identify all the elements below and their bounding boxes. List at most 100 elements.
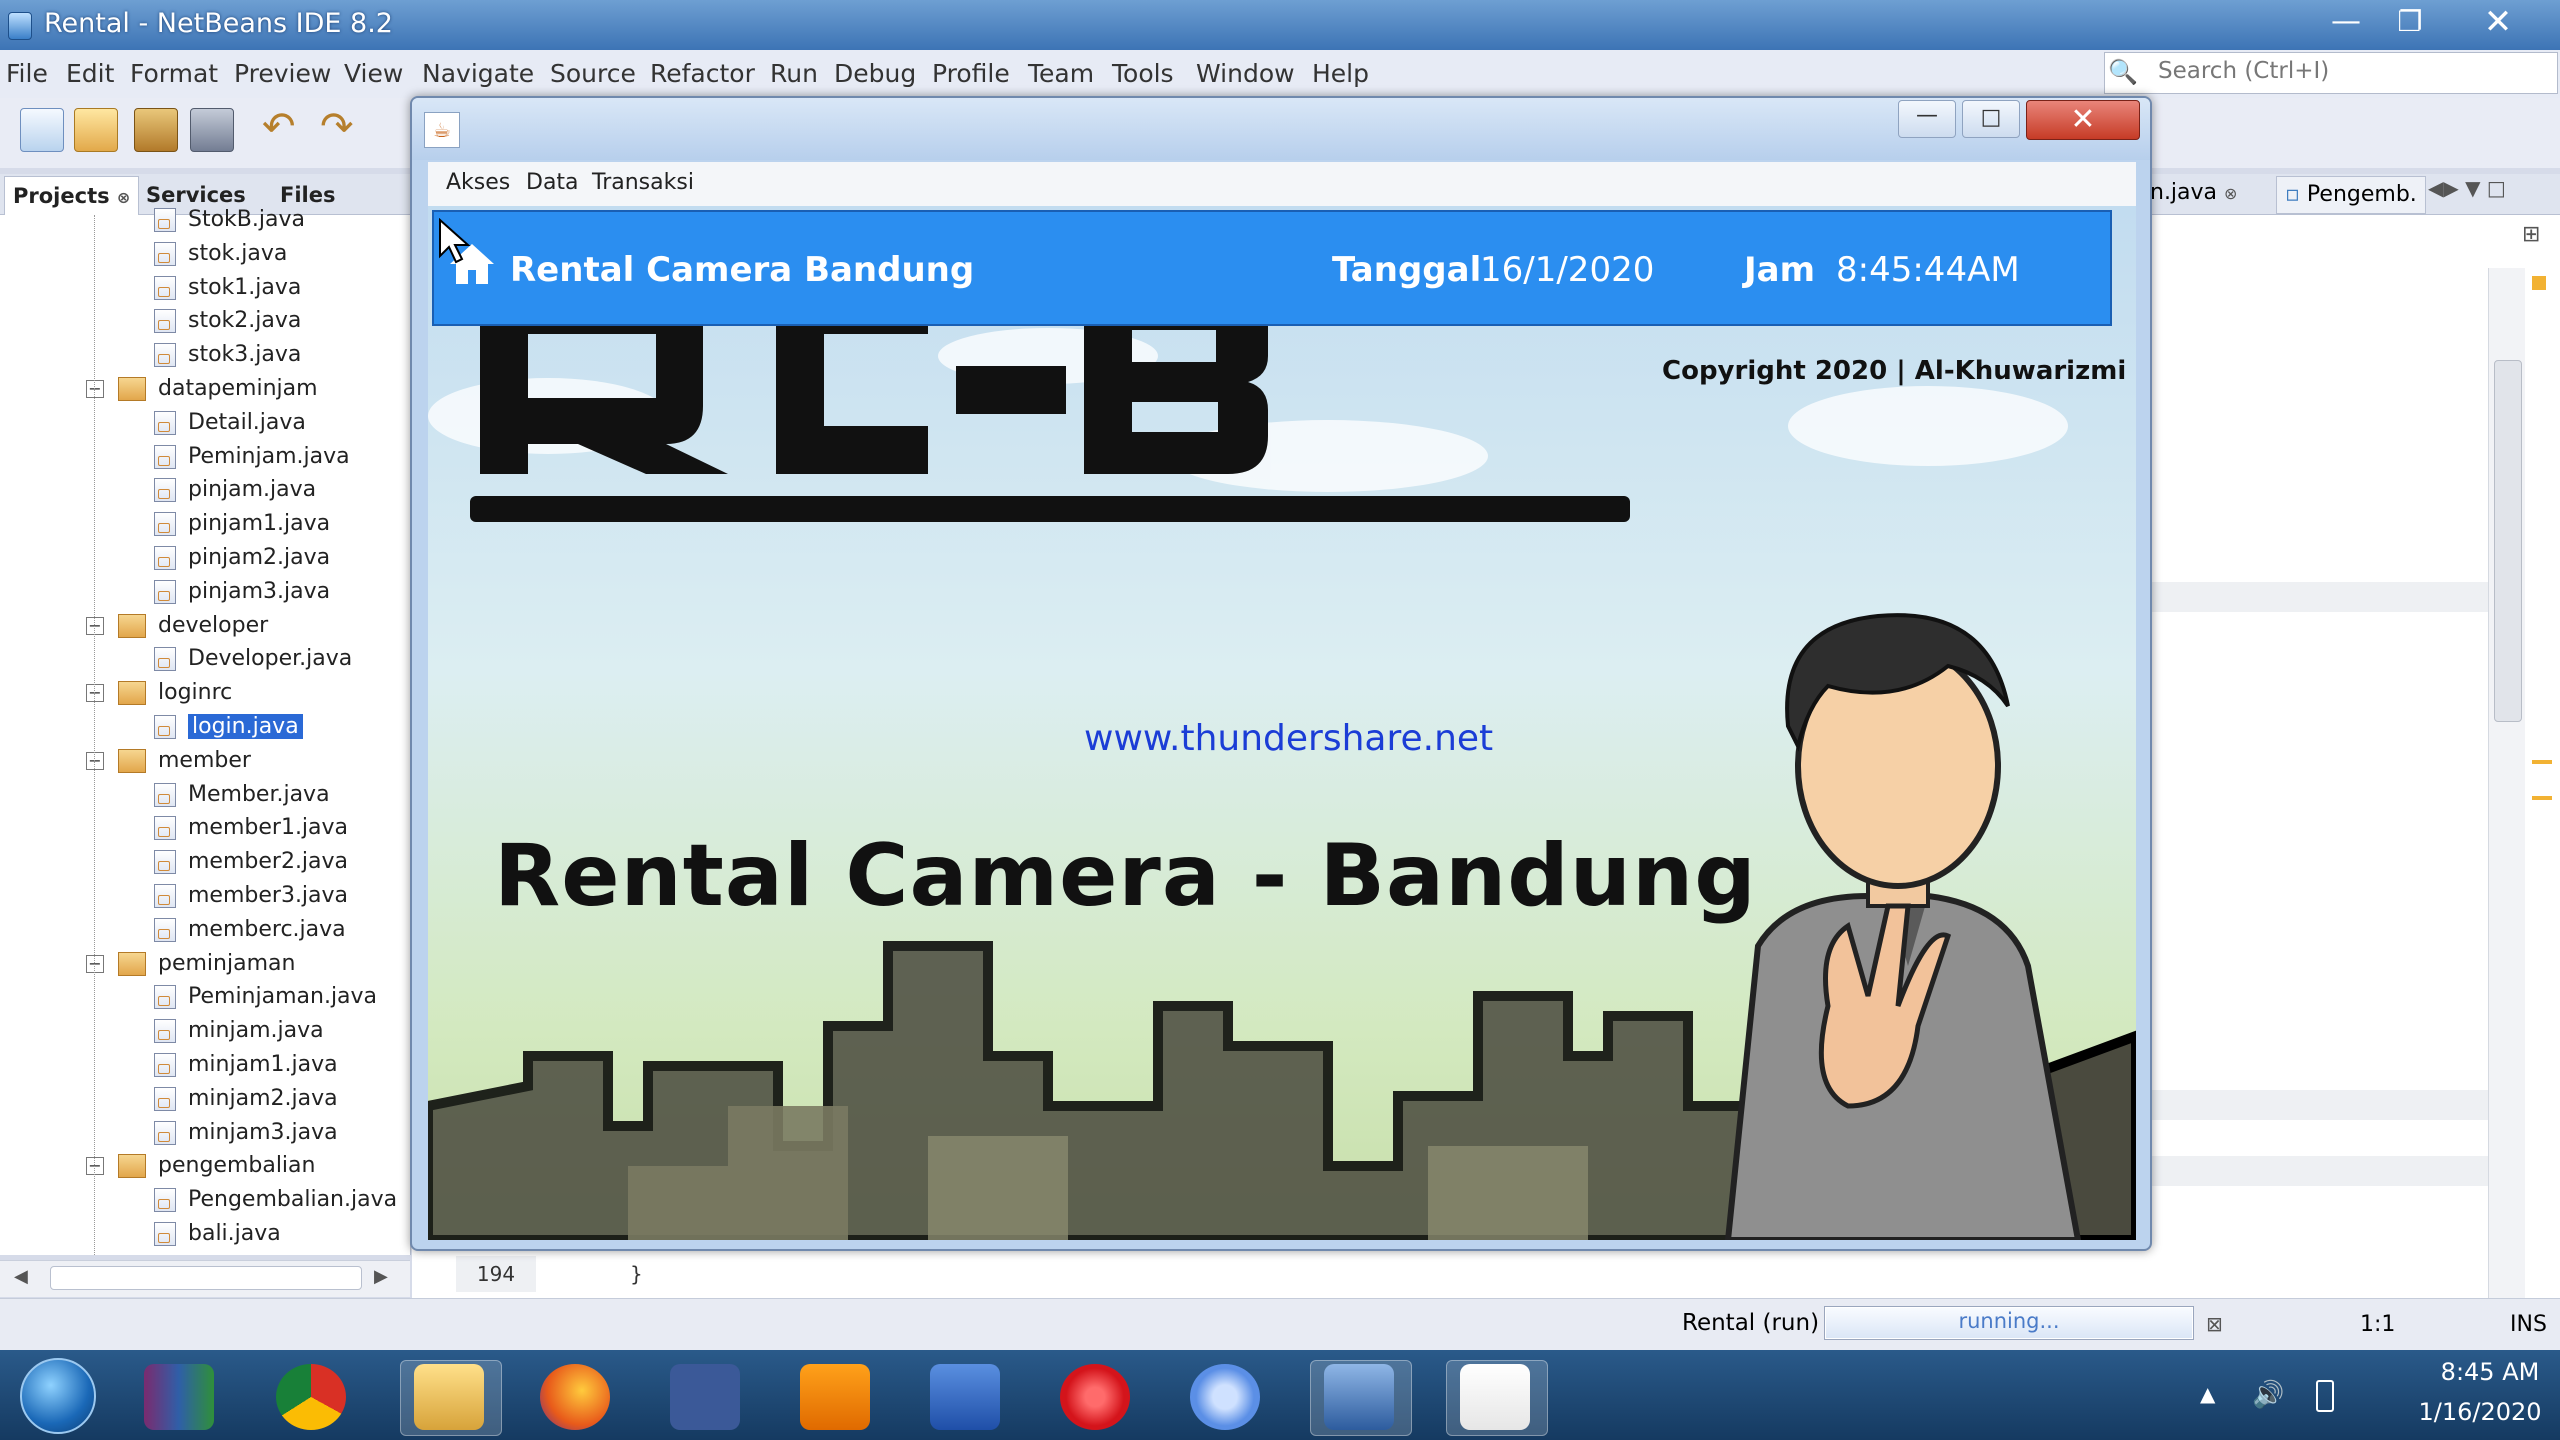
- app-minimize-button[interactable]: —: [1898, 100, 1956, 138]
- virtualbox-icon[interactable]: [1324, 1364, 1394, 1430]
- close-icon[interactable]: ✕: [2468, 2, 2528, 42]
- scroll-left-icon[interactable]: ◀: [14, 1266, 28, 1287]
- close-tab-icon[interactable]: ⊗: [2224, 184, 2237, 203]
- opera-icon[interactable]: [1060, 1364, 1130, 1430]
- undo-icon[interactable]: ↶: [262, 104, 296, 150]
- collapse-toggle-icon[interactable]: −: [86, 684, 104, 702]
- tree-package[interactable]: datapeminjam: [118, 373, 318, 405]
- menu-edit[interactable]: Edit: [66, 59, 114, 88]
- tree-file[interactable]: pinjam2.java: [154, 542, 330, 574]
- collapse-toggle-icon[interactable]: −: [86, 752, 104, 770]
- menu-source[interactable]: Source: [550, 59, 636, 88]
- tree-file[interactable]: stok.java: [154, 238, 287, 270]
- facebook-icon[interactable]: [670, 1364, 740, 1430]
- battery-icon[interactable]: [2316, 1380, 2334, 1412]
- tree-file[interactable]: Pengembalian.java: [154, 1184, 397, 1216]
- volume-icon[interactable]: 🔊: [2252, 1380, 2284, 1410]
- tree-file[interactable]: member2.java: [154, 846, 348, 878]
- word-icon[interactable]: [930, 1364, 1000, 1430]
- menu-data[interactable]: Data: [526, 170, 579, 195]
- collapse-toggle-icon[interactable]: −: [86, 617, 104, 635]
- tree-file[interactable]: minjam.java: [154, 1015, 324, 1047]
- winrar-icon[interactable]: [144, 1364, 214, 1430]
- tree-file[interactable]: stok2.java: [154, 305, 301, 337]
- save-all-icon[interactable]: [190, 108, 234, 152]
- show-hidden-icons[interactable]: ▲: [2200, 1382, 2215, 1406]
- tree-file[interactable]: minjam2.java: [154, 1083, 338, 1115]
- cancel-run-icon[interactable]: ⊠: [2206, 1312, 2223, 1336]
- start-button[interactable]: [20, 1358, 96, 1434]
- code-line[interactable]: }: [630, 1256, 643, 1292]
- warning-marker[interactable]: [2532, 276, 2546, 290]
- menu-run[interactable]: Run: [770, 59, 818, 88]
- clock-time[interactable]: 8:45 AM: [2420, 1358, 2560, 1386]
- app-close-button[interactable]: ✕: [2026, 100, 2140, 140]
- menu-help[interactable]: Help: [1312, 59, 1369, 88]
- editor-tab-pengembalian[interactable]: ▫ Pengemb.: [2276, 176, 2426, 214]
- tree-file[interactable]: pinjam3.java: [154, 576, 330, 608]
- vlc-icon[interactable]: [800, 1364, 870, 1430]
- tree-package[interactable]: peminjaman: [118, 948, 295, 980]
- menu-preview[interactable]: Preview: [234, 59, 331, 88]
- firefox-icon[interactable]: [540, 1364, 610, 1430]
- new-file-icon[interactable]: [20, 108, 64, 152]
- app-maximize-button[interactable]: □: [1962, 100, 2020, 138]
- menu-format[interactable]: Format: [130, 59, 218, 88]
- tree-file[interactable]: member1.java: [154, 812, 348, 844]
- tree-package[interactable]: developer: [118, 610, 268, 642]
- editor-tab-java[interactable]: n.java ⊗: [2150, 180, 2237, 205]
- tree-file[interactable]: Peminjam.java: [154, 441, 350, 473]
- search-icon[interactable]: 🔍: [2108, 58, 2138, 88]
- close-tab-icon[interactable]: ⊗: [117, 188, 130, 207]
- warning-marker[interactable]: [2532, 760, 2552, 764]
- tree-file[interactable]: Member.java: [154, 779, 330, 811]
- tree-scroll-thumb[interactable]: [50, 1266, 362, 1290]
- minimize-icon[interactable]: —: [2316, 2, 2376, 42]
- tree-file[interactable]: login.java: [154, 711, 304, 743]
- tree-file[interactable]: memberc.java: [154, 914, 346, 946]
- menu-profile[interactable]: Profile: [932, 59, 1010, 88]
- tree-file[interactable]: Detail.java: [154, 407, 306, 439]
- warning-marker[interactable]: [2532, 796, 2552, 800]
- menu-refactor[interactable]: Refactor: [650, 59, 755, 88]
- tab-scroll-icons[interactable]: ◀▶ ▼ □: [2428, 176, 2506, 200]
- tab-projects[interactable]: Projects ⊗: [4, 176, 140, 215]
- menu-navigate[interactable]: Navigate: [422, 59, 534, 88]
- chromium-icon[interactable]: [1190, 1364, 1260, 1430]
- menu-tools[interactable]: Tools: [1112, 59, 1174, 88]
- chrome-icon[interactable]: [276, 1364, 346, 1430]
- tree-file[interactable]: Peminjaman.java: [154, 981, 377, 1013]
- tree-file[interactable]: pinjam.java: [154, 474, 316, 506]
- clock-date[interactable]: 1/16/2020: [2400, 1398, 2560, 1426]
- tree-file[interactable]: member3.java: [154, 880, 348, 912]
- menu-debug[interactable]: Debug: [834, 59, 916, 88]
- tree-package[interactable]: pengembalian: [118, 1150, 315, 1182]
- file-explorer-icon[interactable]: [414, 1364, 484, 1430]
- menu-transaksi[interactable]: Transaksi: [592, 170, 694, 195]
- editor-scroll-thumb[interactable]: [2494, 360, 2522, 722]
- tree-file[interactable]: minjam3.java: [154, 1117, 338, 1149]
- menu-window[interactable]: Window: [1196, 59, 1295, 88]
- tree-file[interactable]: Developer.java: [154, 643, 352, 675]
- java-icon[interactable]: [1460, 1364, 1530, 1430]
- tree-file[interactable]: minjam1.java: [154, 1049, 338, 1081]
- collapse-toggle-icon[interactable]: −: [86, 955, 104, 973]
- tree-package[interactable]: loginrc: [118, 677, 232, 709]
- tree-package[interactable]: member: [118, 745, 251, 777]
- menu-view[interactable]: View: [344, 59, 403, 88]
- tree-file[interactable]: stok1.java: [154, 272, 301, 304]
- tree-file[interactable]: StokB.java: [154, 204, 305, 236]
- open-project-icon[interactable]: [134, 108, 178, 152]
- collapse-toggle-icon[interactable]: −: [86, 380, 104, 398]
- collapse-toggle-icon[interactable]: −: [86, 1157, 104, 1175]
- split-editor-icon[interactable]: ⊞: [2522, 222, 2540, 247]
- menu-team[interactable]: Team: [1028, 59, 1094, 88]
- redo-icon[interactable]: ↷: [320, 104, 354, 150]
- tree-file[interactable]: pinjam1.java: [154, 508, 330, 540]
- menu-file[interactable]: File: [6, 59, 48, 88]
- menu-akses[interactable]: Akses: [446, 170, 510, 195]
- tree-file[interactable]: stok3.java: [154, 339, 301, 371]
- restore-icon[interactable]: ❐: [2380, 2, 2440, 42]
- tree-file[interactable]: bali.java: [154, 1218, 281, 1250]
- new-project-icon[interactable]: [74, 108, 118, 152]
